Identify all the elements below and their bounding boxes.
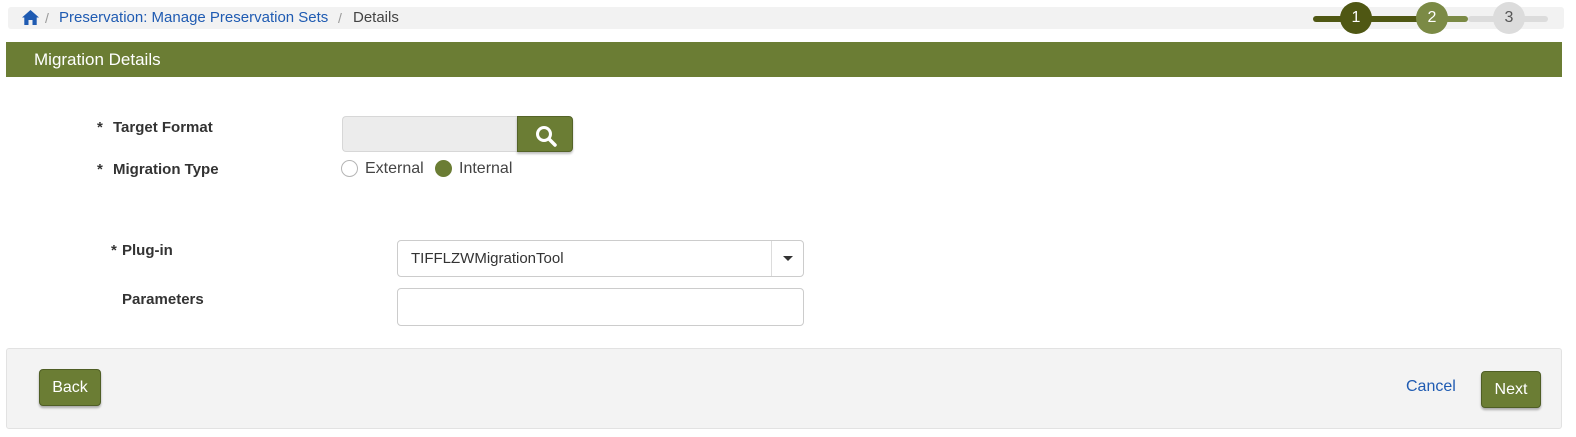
step-2: 2 — [1416, 2, 1448, 34]
select-divider — [771, 241, 772, 276]
search-icon — [536, 126, 557, 147]
target-format-search-button[interactable] — [517, 116, 573, 152]
progress-stepper: 1 2 3 — [1313, 2, 1551, 34]
section-header: Migration Details — [6, 42, 1562, 77]
radio-internal-label[interactable]: Internal — [459, 160, 512, 178]
breadcrumb-current-details: Details — [353, 9, 399, 26]
migration-type-label: Migration Type — [113, 161, 219, 178]
cancel-link[interactable]: Cancel — [1406, 378, 1456, 396]
required-mark: * — [111, 242, 117, 259]
step-3: 3 — [1493, 2, 1525, 34]
plugin-select-value: TIFFLZWMigrationTool — [411, 250, 564, 267]
footer-actions: Back Cancel Next — [6, 348, 1562, 429]
section-title: Migration Details — [34, 50, 161, 69]
required-mark: * — [97, 161, 103, 178]
home-icon[interactable] — [22, 10, 39, 25]
radio-internal[interactable] — [435, 160, 452, 177]
plugin-label: Plug-in — [122, 242, 173, 259]
back-button[interactable]: Back — [39, 369, 101, 406]
breadcrumb-link-manage-preservation-sets[interactable]: Preservation: Manage Preservation Sets — [59, 9, 328, 26]
required-mark: * — [97, 119, 103, 136]
breadcrumb-separator: / — [338, 10, 342, 26]
chevron-down-icon[interactable] — [783, 256, 793, 261]
plugin-select[interactable]: TIFFLZWMigrationTool — [397, 240, 804, 277]
parameters-label: Parameters — [122, 291, 204, 308]
target-format-input[interactable] — [342, 116, 520, 152]
radio-external-label[interactable]: External — [365, 160, 424, 178]
radio-external[interactable] — [341, 160, 358, 177]
next-button[interactable]: Next — [1481, 371, 1541, 408]
parameters-input[interactable] — [397, 288, 804, 326]
target-format-label: Target Format — [113, 119, 213, 136]
step-1: 1 — [1340, 2, 1372, 34]
breadcrumb-separator: / — [45, 10, 49, 26]
